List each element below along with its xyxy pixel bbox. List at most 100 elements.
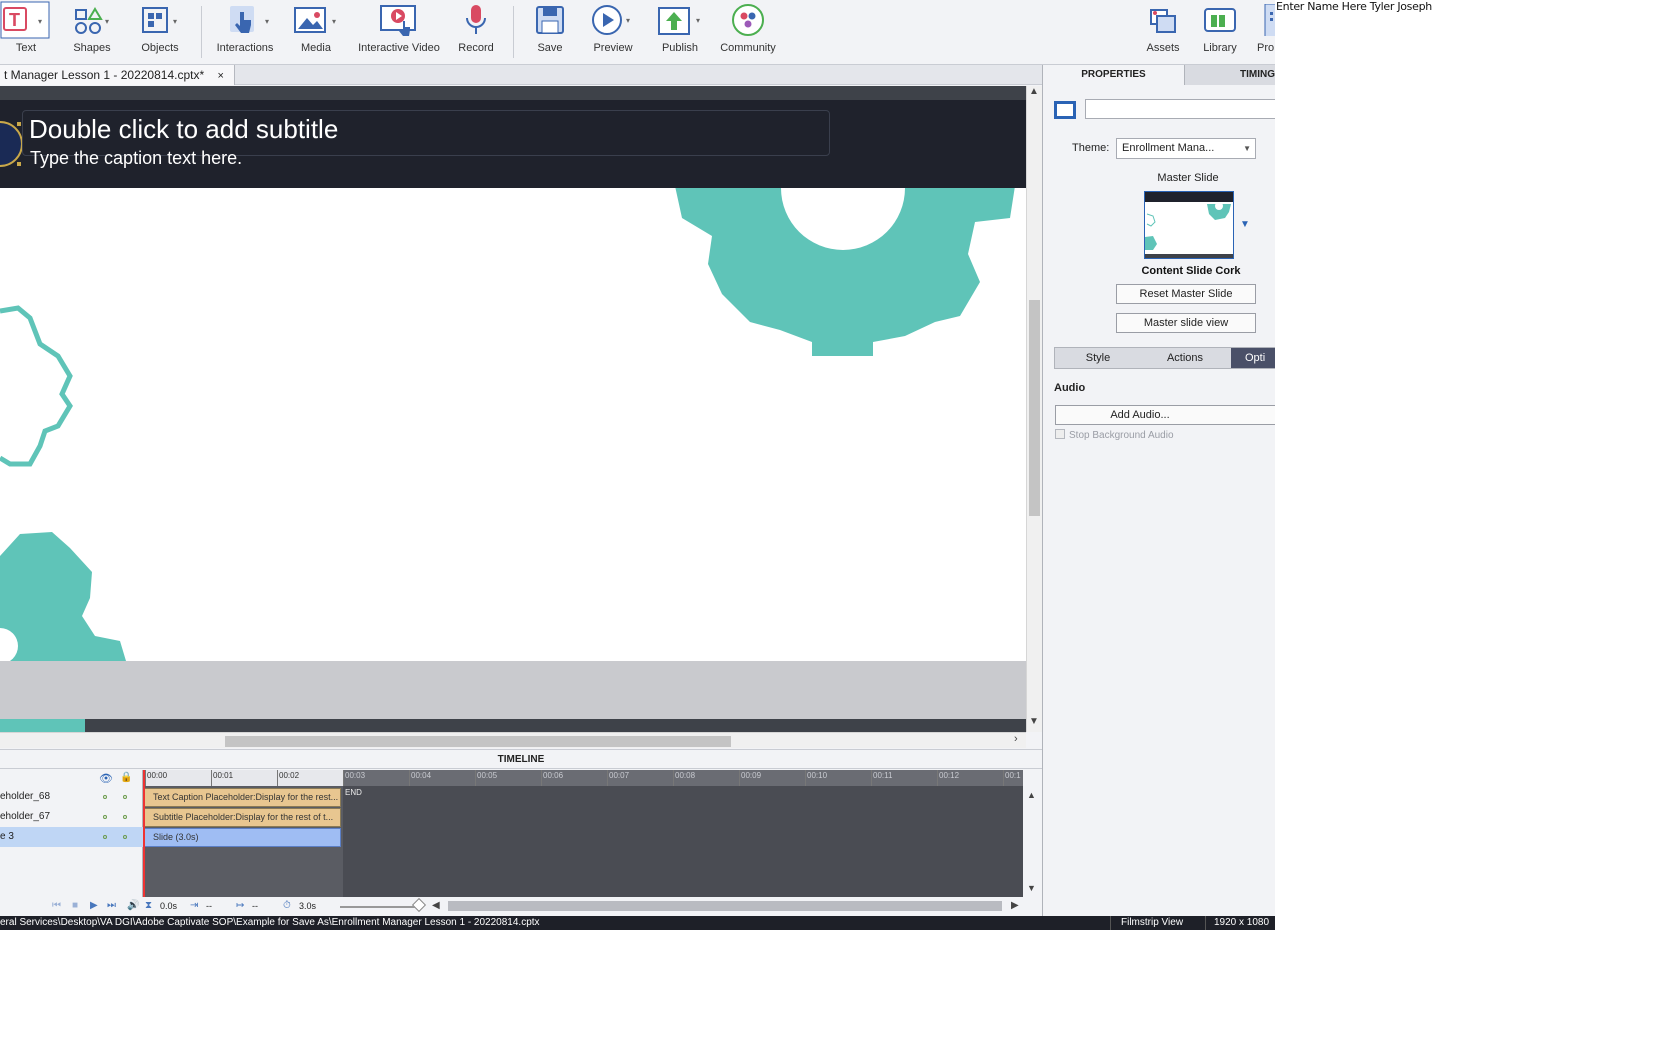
stop-icon[interactable]: ■ [72, 900, 78, 911]
toolbar-record-button[interactable]: Record [456, 0, 496, 62]
interactions-icon: ▾ [220, 0, 270, 40]
ruler-tick-label: 00:07 [609, 771, 630, 780]
timeline-panel: TIMELINE 👁 🔒 eholder_68 eholder_67 e 3 0… [0, 749, 1042, 917]
scroll-up-icon[interactable]: ▲ [1027, 790, 1036, 800]
timeline-clip-slide[interactable]: Slide (3.0s) [144, 828, 341, 847]
subtitle-title-text[interactable]: Double click to add subtitle [29, 114, 338, 145]
toolbar-save-button[interactable]: Save [531, 0, 569, 62]
timeline-ruler[interactable]: 00:00 00:01 00:02 00:03 00:04 00:05 00:06 00:07… [143, 770, 1023, 786]
scroll-right-icon[interactable]: ▶ [1011, 900, 1019, 911]
publish-icon: ▾ [656, 0, 704, 40]
timeline-controls: ⏮ ■ ▶ ⏭ 🔊 ⧗ 0.0s ⇥ -- ↦ -- ⏱ 3.0s ◀ ▶ [0, 897, 1042, 917]
timeline-title[interactable]: TIMELINE [0, 750, 1042, 769]
playhead[interactable] [143, 770, 145, 897]
ruler-tick-line [475, 770, 476, 786]
scrollbar-thumb[interactable] [225, 736, 731, 747]
chevron-down-icon[interactable]: ▼ [1240, 219, 1250, 230]
lock-icon[interactable]: 🔒 [120, 772, 132, 783]
toolbar-text-button[interactable]: T ▾ Text [0, 0, 52, 62]
timeline-clip-text-caption[interactable]: Text Caption Placeholder:Display for the… [144, 788, 341, 807]
caption-text[interactable]: Type the caption text here. [30, 148, 242, 169]
play-icon[interactable]: ▶ [90, 900, 98, 911]
lock-dot[interactable] [123, 835, 127, 839]
stage-vertical-scrollbar[interactable]: ▲ ▼ [1026, 86, 1042, 732]
view-mode[interactable]: Filmstrip View [1110, 916, 1183, 930]
layer-row[interactable]: eholder_68 [0, 787, 143, 807]
timeline-vertical-scrollbar[interactable]: ▲ ▼ [1023, 770, 1042, 897]
svg-text:▾: ▾ [38, 17, 42, 26]
ruler-tick-line [805, 770, 806, 786]
toolbar-objects-button[interactable]: ▾ Objects [136, 0, 184, 62]
library-icon [1202, 0, 1238, 40]
ruler-tick-line [607, 770, 608, 786]
forward-icon[interactable]: ⏭ [107, 900, 116, 911]
lock-dot[interactable] [123, 815, 127, 819]
tab-properties[interactable]: PROPERTIES [1043, 65, 1185, 85]
toolbar-shapes-button[interactable]: ▾ Shapes [68, 0, 116, 62]
zoom-slider-track[interactable] [340, 906, 420, 908]
tab-options[interactable]: Opti [1231, 348, 1275, 368]
ruler-tick-line [409, 770, 410, 786]
duration-range-icon: ↦ [236, 900, 245, 911]
layer-row-selected[interactable]: e 3 [0, 827, 143, 847]
zoom-slider-thumb[interactable] [411, 897, 427, 913]
ruler-tick-line [871, 770, 872, 786]
layer-row[interactable]: eholder_67 [0, 807, 143, 827]
toolbar-publish-button[interactable]: ▾ Publish [656, 0, 704, 62]
timeline-end-label: END [345, 788, 362, 797]
visibility-dot[interactable] [103, 795, 107, 799]
tab-actions[interactable]: Actions [1141, 348, 1229, 368]
document-tab-bar: t Manager Lesson 1 - 20220814.cptx* × [0, 65, 1042, 85]
visibility-dot[interactable] [103, 835, 107, 839]
close-icon[interactable]: × [217, 70, 223, 82]
duration-range-value: -- [252, 901, 258, 911]
resolution: 1920 x 1080 [1205, 916, 1269, 930]
master-slide-thumbnail[interactable] [1144, 191, 1234, 259]
add-audio-button[interactable]: Add Audio... [1055, 405, 1275, 425]
toolbar-separator [513, 6, 514, 58]
slide-name-input[interactable] [1085, 99, 1275, 119]
tab-style[interactable]: Style [1055, 348, 1141, 368]
assets-icon [1147, 0, 1179, 40]
slide-stage[interactable]: Double click to add subtitle Type the ca… [0, 86, 1026, 732]
timeline-grid[interactable]: 00:00 00:01 00:02 00:03 00:04 00:05 00:06 00:07… [143, 770, 1023, 897]
stage-horizontal-scrollbar[interactable]: › [0, 732, 1026, 748]
toolbar-assets-button[interactable]: Assets [1143, 0, 1183, 62]
scroll-left-icon[interactable]: ◀ [432, 900, 440, 911]
timeline-horizontal-scrollbar[interactable] [448, 901, 1002, 911]
toolbar-properties-button[interactable]: Pro [1257, 0, 1275, 62]
ruler-tick-label: 00:09 [741, 771, 762, 780]
preview-play-icon: ▾ [590, 0, 636, 40]
scroll-down-icon[interactable]: ▼ [1027, 883, 1036, 893]
document-tab[interactable]: t Manager Lesson 1 - 20220814.cptx* × [0, 65, 235, 85]
scroll-up-icon[interactable]: ▲ [1029, 86, 1039, 97]
stage-footer-gray [0, 661, 1026, 719]
theme-dropdown[interactable]: Enrollment Mana... ▼ [1116, 138, 1256, 159]
scroll-down-icon[interactable]: ▼ [1029, 716, 1039, 727]
visibility-eye-icon[interactable]: 👁 [99, 772, 113, 785]
toolbar-interactive-video-button[interactable]: Interactive Video [356, 0, 442, 62]
visibility-dot[interactable] [103, 815, 107, 819]
lock-dot[interactable] [123, 795, 127, 799]
scroll-right-icon[interactable]: › [1014, 733, 1018, 745]
community-icon [731, 0, 765, 40]
scrollbar-thumb[interactable] [1029, 300, 1040, 516]
tab-timing[interactable]: TIMING [1185, 65, 1275, 85]
stage-bottom-band [0, 719, 1026, 732]
stop-background-audio-checkbox[interactable]: Stop Background Audio [1055, 429, 1174, 441]
subtitle-band: Double click to add subtitle Type the ca… [0, 100, 1026, 188]
master-slide-view-button[interactable]: Master slide view [1116, 313, 1256, 333]
speaker-icon[interactable]: 🔊 [127, 900, 139, 911]
toolbar-community-button[interactable]: Community [718, 0, 778, 62]
properties-panel: PROPERTIES TIMING Theme: Enrollment Mana… [1042, 65, 1275, 916]
ruler-tick-line [145, 770, 146, 786]
toolbar-interactions-button[interactable]: ▾ Interactions [215, 0, 275, 62]
reset-master-slide-button[interactable]: Reset Master Slide [1116, 284, 1256, 304]
toolbar-preview-button[interactable]: ▾ Preview [590, 0, 636, 62]
ruler-tick-line [277, 770, 278, 786]
rewind-icon[interactable]: ⏮ [52, 900, 61, 911]
toolbar-library-button[interactable]: Library [1199, 0, 1241, 62]
checkbox[interactable] [1055, 429, 1065, 439]
toolbar-media-button[interactable]: ▾ Media [292, 0, 340, 62]
timeline-clip-subtitle[interactable]: Subtitle Placeholder:Display for the res… [144, 808, 341, 827]
